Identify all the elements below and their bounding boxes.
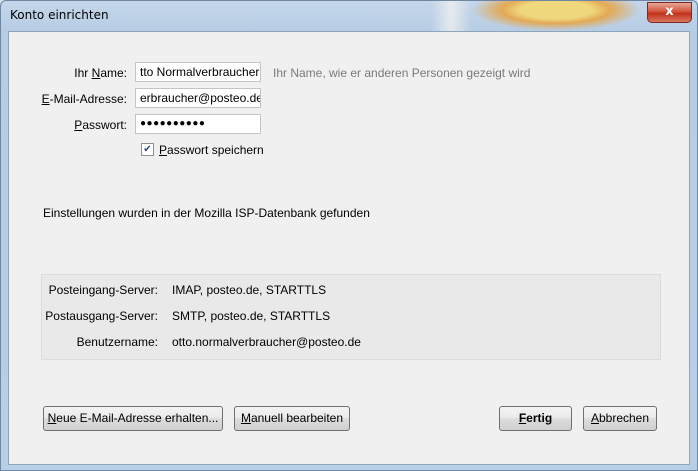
username-label: Benutzername: [76, 335, 158, 349]
name-label-accesskey: N [91, 66, 101, 80]
button-label: bbrechen [598, 411, 650, 425]
get-new-address-button[interactable]: Neue E-Mail-Adresse erhalten... [43, 406, 223, 431]
incoming-server-label: Posteingang-Server: [48, 283, 158, 297]
name-hint: Ihr Name, wie er anderen Personen gezeig… [273, 66, 531, 80]
password-label-part: asswort: [82, 118, 127, 132]
dialog-content: Ihr Name: tto Normalverbraucher Ihr Name… [8, 31, 690, 465]
remember-label-accesskey: P [159, 143, 168, 157]
close-button[interactable]: x [647, 2, 692, 23]
email-input[interactable]: erbraucher@posteo.de [135, 88, 261, 108]
checkmark-icon: ✔ [143, 144, 152, 155]
manual-config-button[interactable]: Manuell bearbeiten [234, 406, 350, 431]
remember-password-checkbox[interactable]: ✔ [141, 143, 154, 156]
cancel-button[interactable]: Abbrechen [583, 406, 657, 431]
done-button[interactable]: Fertig [499, 406, 572, 431]
email-label-part: -Mail-Adresse: [49, 92, 127, 106]
username-value: otto.normalverbraucher@posteo.de [172, 335, 361, 349]
remember-password-label[interactable]: Passwort speichern [159, 143, 264, 157]
server-settings-panel: Posteingang-Server: IMAP, posteo.de, STA… [41, 274, 661, 360]
button-label: ertig [526, 411, 553, 425]
button-accesskey: A [590, 411, 599, 425]
name-label-part: ame: [100, 66, 127, 80]
title-bar[interactable]: Konto einrichten x [1, 1, 697, 31]
close-icon: x [665, 4, 674, 19]
password-input[interactable]: ●●●●●●●●●● [135, 114, 261, 134]
name-input[interactable]: tto Normalverbraucher [135, 62, 261, 82]
button-label: anuell bearbeiten [250, 411, 344, 425]
incoming-server-value: IMAP, posteo.de, STARTTLS [172, 283, 327, 297]
email-label: E-Mail-Adresse: [9, 92, 127, 106]
password-label: Passwort: [9, 118, 127, 132]
outgoing-server-value: SMTP, posteo.de, STARTTLS [172, 309, 331, 323]
status-message: Einstellungen wurden in der Mozilla ISP-… [43, 206, 370, 220]
remember-label-part: asswort speichern [167, 143, 264, 157]
outgoing-server-label: Postausgang-Server: [45, 309, 158, 323]
email-label-accesskey: E [41, 92, 50, 106]
button-accesskey: M [240, 411, 251, 425]
background-decoration [431, 1, 471, 31]
background-decoration-image [471, 1, 641, 31]
name-label: Ihr Name: [9, 66, 127, 80]
button-label: eue E-Mail-Adresse erhalten... [56, 411, 219, 425]
dialog-window: Konto einrichten x Ihr Name: tto Normalv… [0, 0, 698, 471]
name-label-part: Ihr [74, 66, 92, 80]
window-title: Konto einrichten [10, 8, 109, 22]
button-accesskey: N [47, 411, 57, 425]
